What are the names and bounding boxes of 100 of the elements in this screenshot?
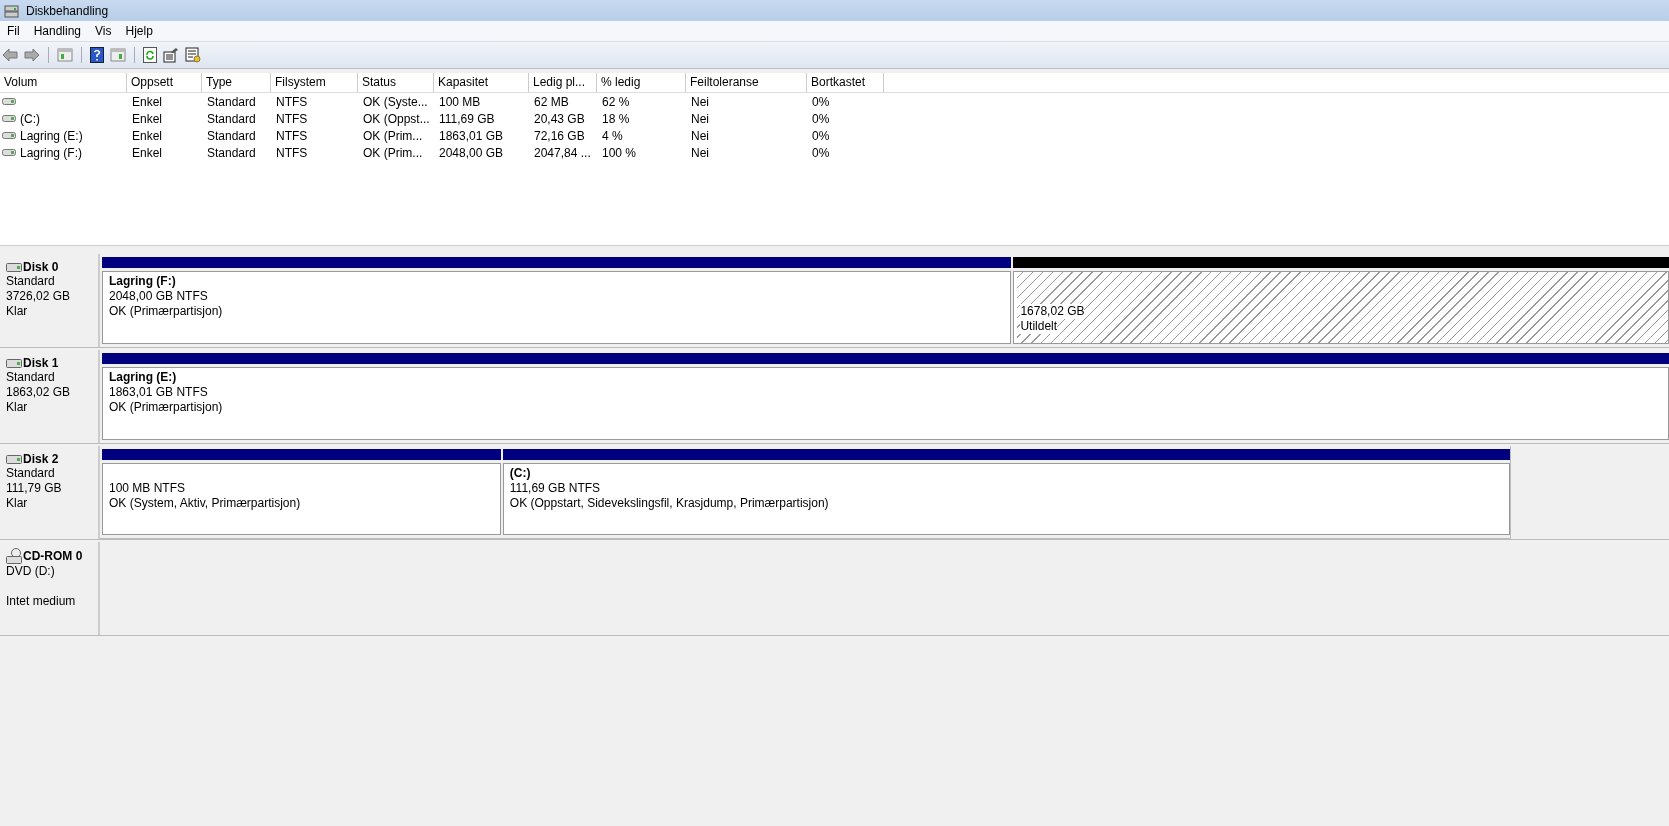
partition-status: OK (Primærpartisjon) (109, 304, 224, 319)
partition-block[interactable]: 100 MB NTFS OK (System, Aktiv, Primærpartisjon) (102, 463, 501, 535)
column-header[interactable]: Oppsett (127, 73, 202, 92)
settings-icon[interactable] (185, 47, 201, 63)
table-cell: Lagring (E:) (20, 128, 83, 143)
disk-name: CD-ROM 0 (23, 549, 83, 563)
drive-icon (2, 149, 16, 156)
disk-size: 1863,02 GB (6, 385, 72, 400)
table-cell: OK (Syste... (363, 94, 428, 109)
partition-status: Utildelt (1020, 319, 1058, 334)
table-cell: Enkel (132, 128, 163, 143)
partition-status: OK (Oppstart, Sidevekslingsfil, Krasjdump, Primærpartisjon) (509, 496, 830, 511)
properties-icon[interactable] (163, 47, 179, 63)
column-header[interactable]: Filsystem (271, 73, 358, 92)
optical-drive-icon (6, 548, 22, 564)
table-cell: Standard (207, 128, 256, 143)
table-cell: 100 % (602, 145, 637, 160)
disk-status: Intet medium (6, 594, 77, 609)
drive-icon (2, 132, 16, 139)
table-cell: NTFS (276, 94, 308, 109)
disk-name: Disk 0 (23, 260, 59, 274)
disk-status: Klar (6, 400, 29, 415)
table-cell: 2047,84 ... (534, 145, 591, 160)
table-cell: 0% (812, 94, 830, 109)
table-cell: Nei (691, 94, 709, 109)
column-header[interactable]: % ledig (597, 73, 686, 92)
partition-name: (C:) (509, 466, 532, 481)
table-cell: Nei (691, 128, 709, 143)
table-cell: Nei (691, 111, 709, 126)
table-cell: 62 % (602, 94, 630, 109)
table-cell: Enkel (132, 94, 163, 109)
table-cell: OK (Prim... (363, 128, 423, 143)
panel-icon[interactable] (57, 48, 73, 62)
disk-management-icon (4, 2, 20, 19)
drive-icon (2, 115, 16, 122)
partition-name: Lagring (F:) (109, 274, 177, 289)
partition-status: OK (Primærpartisjon) (109, 400, 224, 415)
back-arrow-icon[interactable] (2, 48, 18, 62)
table-cell: NTFS (276, 111, 308, 126)
disk-type: Standard (6, 466, 56, 481)
table-cell: 0% (812, 145, 830, 160)
table-cell: 4 % (602, 128, 623, 143)
column-header[interactable]: Type (202, 73, 271, 92)
column-header[interactable]: Volum (0, 73, 127, 92)
menu-item[interactable]: Handling (26, 24, 89, 38)
table-cell: Nei (691, 145, 709, 160)
menu-item[interactable]: Hjelp (118, 24, 160, 38)
table-cell: Lagring (F:) (20, 145, 83, 160)
table-cell: 0% (812, 128, 830, 143)
disk-type: DVD (D:) (6, 564, 56, 579)
partition-block[interactable]: Lagring (F:) 2048,00 GB NTFS OK (Primærpartisjon) (102, 271, 1012, 344)
table-cell: Enkel (132, 145, 163, 160)
disk-size: 111,79 GB (6, 481, 63, 496)
drive-icon (2, 98, 16, 105)
column-header[interactable]: Status (358, 73, 434, 92)
partition-block[interactable]: (C:) 111,69 GB NTFS OK (Oppstart, Sidevekslingsfil, Krasjdump, Primærpartisjon) (502, 463, 1510, 535)
column-header[interactable]: Kapasitet (434, 73, 529, 92)
table-cell: Standard (207, 94, 256, 109)
refresh-icon[interactable] (143, 47, 157, 63)
disk-type: Standard (6, 274, 56, 289)
disk-name: Disk 2 (23, 452, 59, 466)
partition-size: 111,69 GB NTFS (509, 481, 602, 496)
partition-size: 2048,00 GB NTFS (109, 289, 209, 304)
disk-size: 3726,02 GB (6, 289, 72, 304)
disk-name: Disk 1 (23, 356, 59, 370)
partition-size: 1678,02 GB (1020, 304, 1085, 319)
table-cell: 62 MB (534, 94, 569, 109)
forward-arrow-icon[interactable] (24, 48, 40, 62)
disk-status: Klar (6, 304, 29, 319)
partition-name: Lagring (E:) (109, 370, 178, 385)
menu-item[interactable]: Vis (88, 24, 119, 38)
disk-type: Standard (6, 370, 56, 385)
table-cell: 1863,01 GB (439, 128, 504, 143)
table-cell: Standard (207, 145, 256, 160)
table-cell: 0% (812, 111, 830, 126)
table-cell: NTFS (276, 128, 308, 143)
column-header[interactable]: Bortkastet (807, 73, 884, 92)
table-cell: (C:) (20, 111, 40, 126)
table-cell: NTFS (276, 145, 308, 160)
table-cell: 100 MB (439, 94, 481, 109)
window-title: Diskbehandling (26, 3, 109, 18)
column-header[interactable]: Ledig pl... (529, 73, 597, 92)
table-cell: OK (Oppst... (363, 111, 430, 126)
table-cell: 2048,00 GB (439, 145, 504, 160)
column-header[interactable]: Feiltoleranse (686, 73, 807, 92)
table-cell: 18 % (602, 111, 630, 126)
partition-size: 1863,01 GB NTFS (109, 385, 209, 400)
partition-block[interactable]: Lagring (E:) 1863,01 GB NTFS OK (Primærpartisjon) (102, 367, 1669, 440)
help-icon[interactable] (90, 47, 104, 63)
menu-item[interactable]: Fil (0, 24, 27, 38)
table-cell: Enkel (132, 111, 163, 126)
table-cell: OK (Prim... (363, 145, 423, 160)
table-cell: 111,69 GB (439, 111, 495, 126)
partition-status: OK (System, Aktiv, Primærpartisjon) (109, 496, 302, 511)
partition-block[interactable]: 1678,02 GB Utildelt (1013, 271, 1669, 344)
disk-status: Klar (6, 496, 29, 511)
partition-size: 100 MB NTFS (109, 481, 187, 496)
table-cell: 20,43 GB (534, 111, 585, 126)
table-cell: Standard (207, 111, 256, 126)
panel-icon[interactable] (110, 48, 126, 62)
